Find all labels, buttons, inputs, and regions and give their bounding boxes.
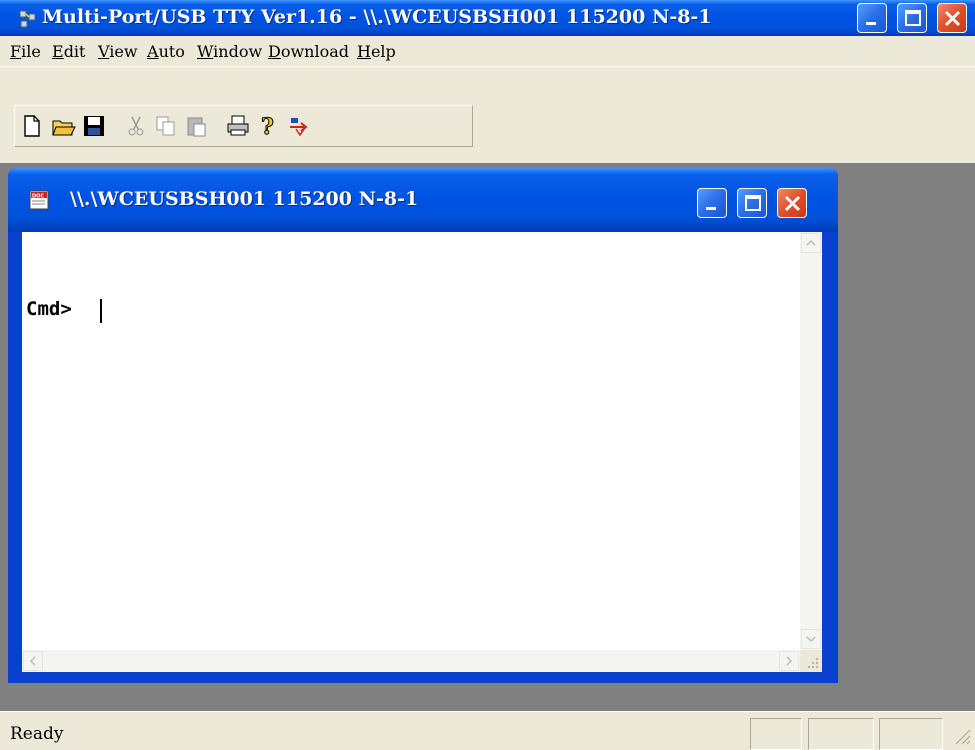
menu-bar: File Edit View Auto Window Download Help [0, 36, 975, 67]
paste-button[interactable] [181, 111, 210, 140]
menu-file[interactable]: File [10, 42, 41, 61]
copy-icon [156, 116, 174, 135]
status-panel [879, 718, 943, 750]
text-caret [100, 299, 102, 323]
doc-icon: DOC [29, 190, 49, 210]
menu-edit[interactable]: Edit [52, 42, 85, 61]
maximize-button[interactable] [897, 3, 927, 33]
status-panel [750, 718, 802, 750]
terminal-output[interactable]: Cmd> [22, 232, 822, 672]
resize-grip[interactable] [800, 650, 822, 672]
status-bar: Ready [0, 711, 975, 750]
child-title-bar[interactable]: DOC \\.\WCEUSBSH001 115200 N-8-1 [8, 168, 838, 232]
close-icon [784, 195, 801, 212]
menu-auto[interactable]: Auto [147, 42, 185, 61]
app-title: Multi-Port/USB TTY Ver1.16 - \\.\WCEUSBS… [42, 6, 712, 28]
chevron-right-icon [786, 656, 793, 666]
child-minimize-button[interactable] [697, 188, 727, 218]
paste-icon [187, 117, 205, 136]
copy-button[interactable] [151, 111, 180, 140]
scroll-up-button[interactable] [801, 233, 821, 253]
toolbar: ? [14, 105, 473, 147]
vertical-scrollbar[interactable] [800, 232, 822, 650]
open-folder-icon [51, 120, 76, 135]
help-question-icon: ? [260, 114, 274, 138]
print-button[interactable] [223, 111, 252, 140]
minimize-button[interactable] [857, 3, 887, 33]
cut-scissors-icon [128, 116, 143, 135]
maximize-icon [905, 10, 921, 26]
save-button[interactable] [79, 111, 108, 140]
cut-button[interactable] [121, 111, 150, 140]
size-grip-icon [955, 729, 971, 745]
menu-download[interactable]: Download [268, 42, 349, 61]
help-button[interactable]: ? [253, 111, 282, 140]
download-arrow-icon [289, 117, 308, 136]
menu-view[interactable]: View [98, 42, 138, 61]
horizontal-scrollbar[interactable] [22, 650, 800, 672]
command-prompt: Cmd> [26, 298, 72, 320]
menu-window[interactable]: Window [197, 42, 262, 61]
status-text: Ready [10, 724, 64, 744]
new-button[interactable] [17, 111, 46, 140]
chevron-up-icon [806, 239, 816, 246]
save-disk-icon [83, 115, 104, 136]
child-close-button[interactable] [777, 188, 807, 218]
status-panel [808, 718, 874, 750]
close-button[interactable] [937, 3, 967, 33]
resize-grip-icon [808, 658, 818, 668]
new-document-icon [23, 114, 40, 137]
scroll-right-button[interactable] [779, 651, 799, 671]
open-button[interactable] [49, 111, 78, 140]
scroll-left-button[interactable] [23, 651, 43, 671]
menu-help[interactable]: Help [357, 42, 396, 61]
minimize-icon [866, 22, 876, 25]
svg-text:?: ? [261, 114, 274, 138]
main-title-bar[interactable]: Multi-Port/USB TTY Ver1.16 - \\.\WCEUSBS… [0, 0, 975, 36]
minimize-icon [706, 207, 716, 210]
close-icon [944, 10, 961, 27]
terminal-child-window[interactable]: DOC \\.\WCEUSBSH001 115200 N-8-1 Cmd> [8, 168, 838, 683]
maximize-icon [745, 195, 761, 211]
child-window-title: \\.\WCEUSBSH001 115200 N-8-1 [70, 188, 419, 210]
child-maximize-button[interactable] [737, 188, 767, 218]
chevron-left-icon [29, 656, 36, 666]
svg-text:DOC: DOC [32, 194, 44, 200]
download-button[interactable] [285, 111, 314, 140]
scroll-down-button[interactable] [801, 629, 821, 649]
serial-port-icon [19, 10, 36, 28]
chevron-down-icon [806, 636, 816, 643]
print-icon [227, 115, 248, 135]
